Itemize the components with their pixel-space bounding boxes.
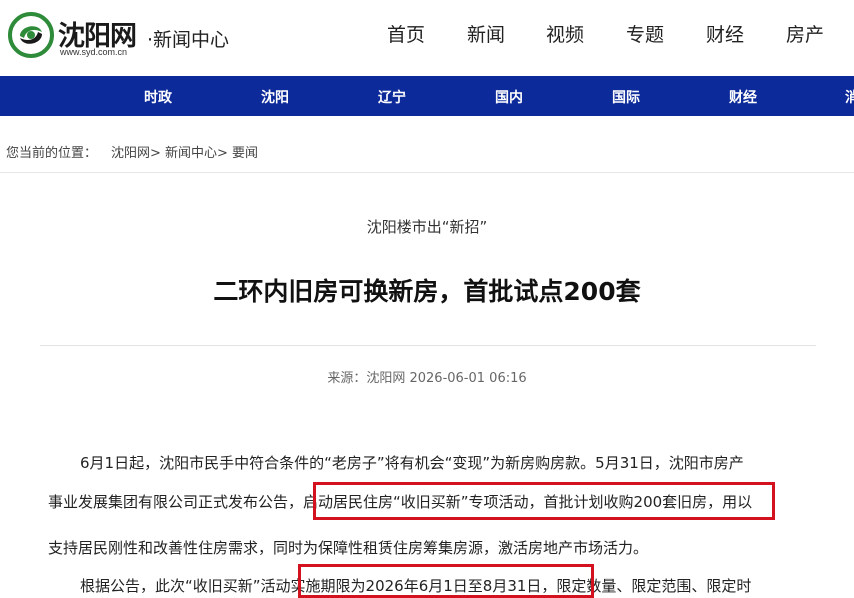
- category-politics[interactable]: 时政: [144, 87, 172, 107]
- top-nav-video[interactable]: 视频: [546, 20, 584, 47]
- top-nav: 首页 新闻 视频 专题 财经 房产: [0, 20, 854, 50]
- breadcrumb-label: 您当前的位置：: [6, 146, 98, 161]
- article-meta: 来源：沈阳网 2026-06-01 06:16: [327, 371, 527, 386]
- highlight-box-1: [313, 482, 775, 520]
- category-international[interactable]: 国际: [612, 87, 640, 107]
- breadcrumb: 您当前的位置： 沈阳网> 新闻中心> 要闻: [0, 138, 854, 164]
- article-line-3: 支持居民刚性和改善性住房需求，同时为保障性租赁住房筹集房源，激活房地产市场活力。: [48, 539, 649, 557]
- category-consumer[interactable]: 消: [845, 87, 854, 107]
- divider: [0, 172, 854, 173]
- top-nav-topics[interactable]: 专题: [626, 20, 664, 47]
- category-domestic[interactable]: 国内: [495, 87, 523, 107]
- category-liaoning[interactable]: 辽宁: [378, 87, 406, 107]
- site-header: 沈阳网 www.syd.com.cn ·新闻中心 首页 新闻 视频 专题 财经 …: [0, 0, 854, 76]
- article-subtitle: 沈阳楼市出“新招”: [366, 218, 488, 236]
- category-shenyang[interactable]: 沈阳: [261, 87, 289, 107]
- breadcrumb-path[interactable]: 沈阳网> 新闻中心> 要闻: [111, 142, 258, 161]
- top-nav-finance[interactable]: 财经: [706, 20, 744, 47]
- title-divider: [40, 345, 816, 346]
- top-nav-news[interactable]: 新闻: [467, 20, 505, 47]
- article-title: 二环内旧房可换新房，首批试点200套: [213, 277, 641, 306]
- article-line-1: 6月1日起，沈阳市民手中符合条件的“老房子”将有机会“变现”为新房购房款。5月3…: [80, 454, 744, 472]
- top-nav-home[interactable]: 首页: [387, 20, 425, 47]
- top-nav-realestate[interactable]: 房产: [786, 20, 824, 47]
- category-nav: 时政 沈阳 辽宁 国内 国际 财经 消: [0, 76, 854, 116]
- highlight-box-2: [298, 564, 594, 598]
- category-finance[interactable]: 财经: [729, 87, 757, 107]
